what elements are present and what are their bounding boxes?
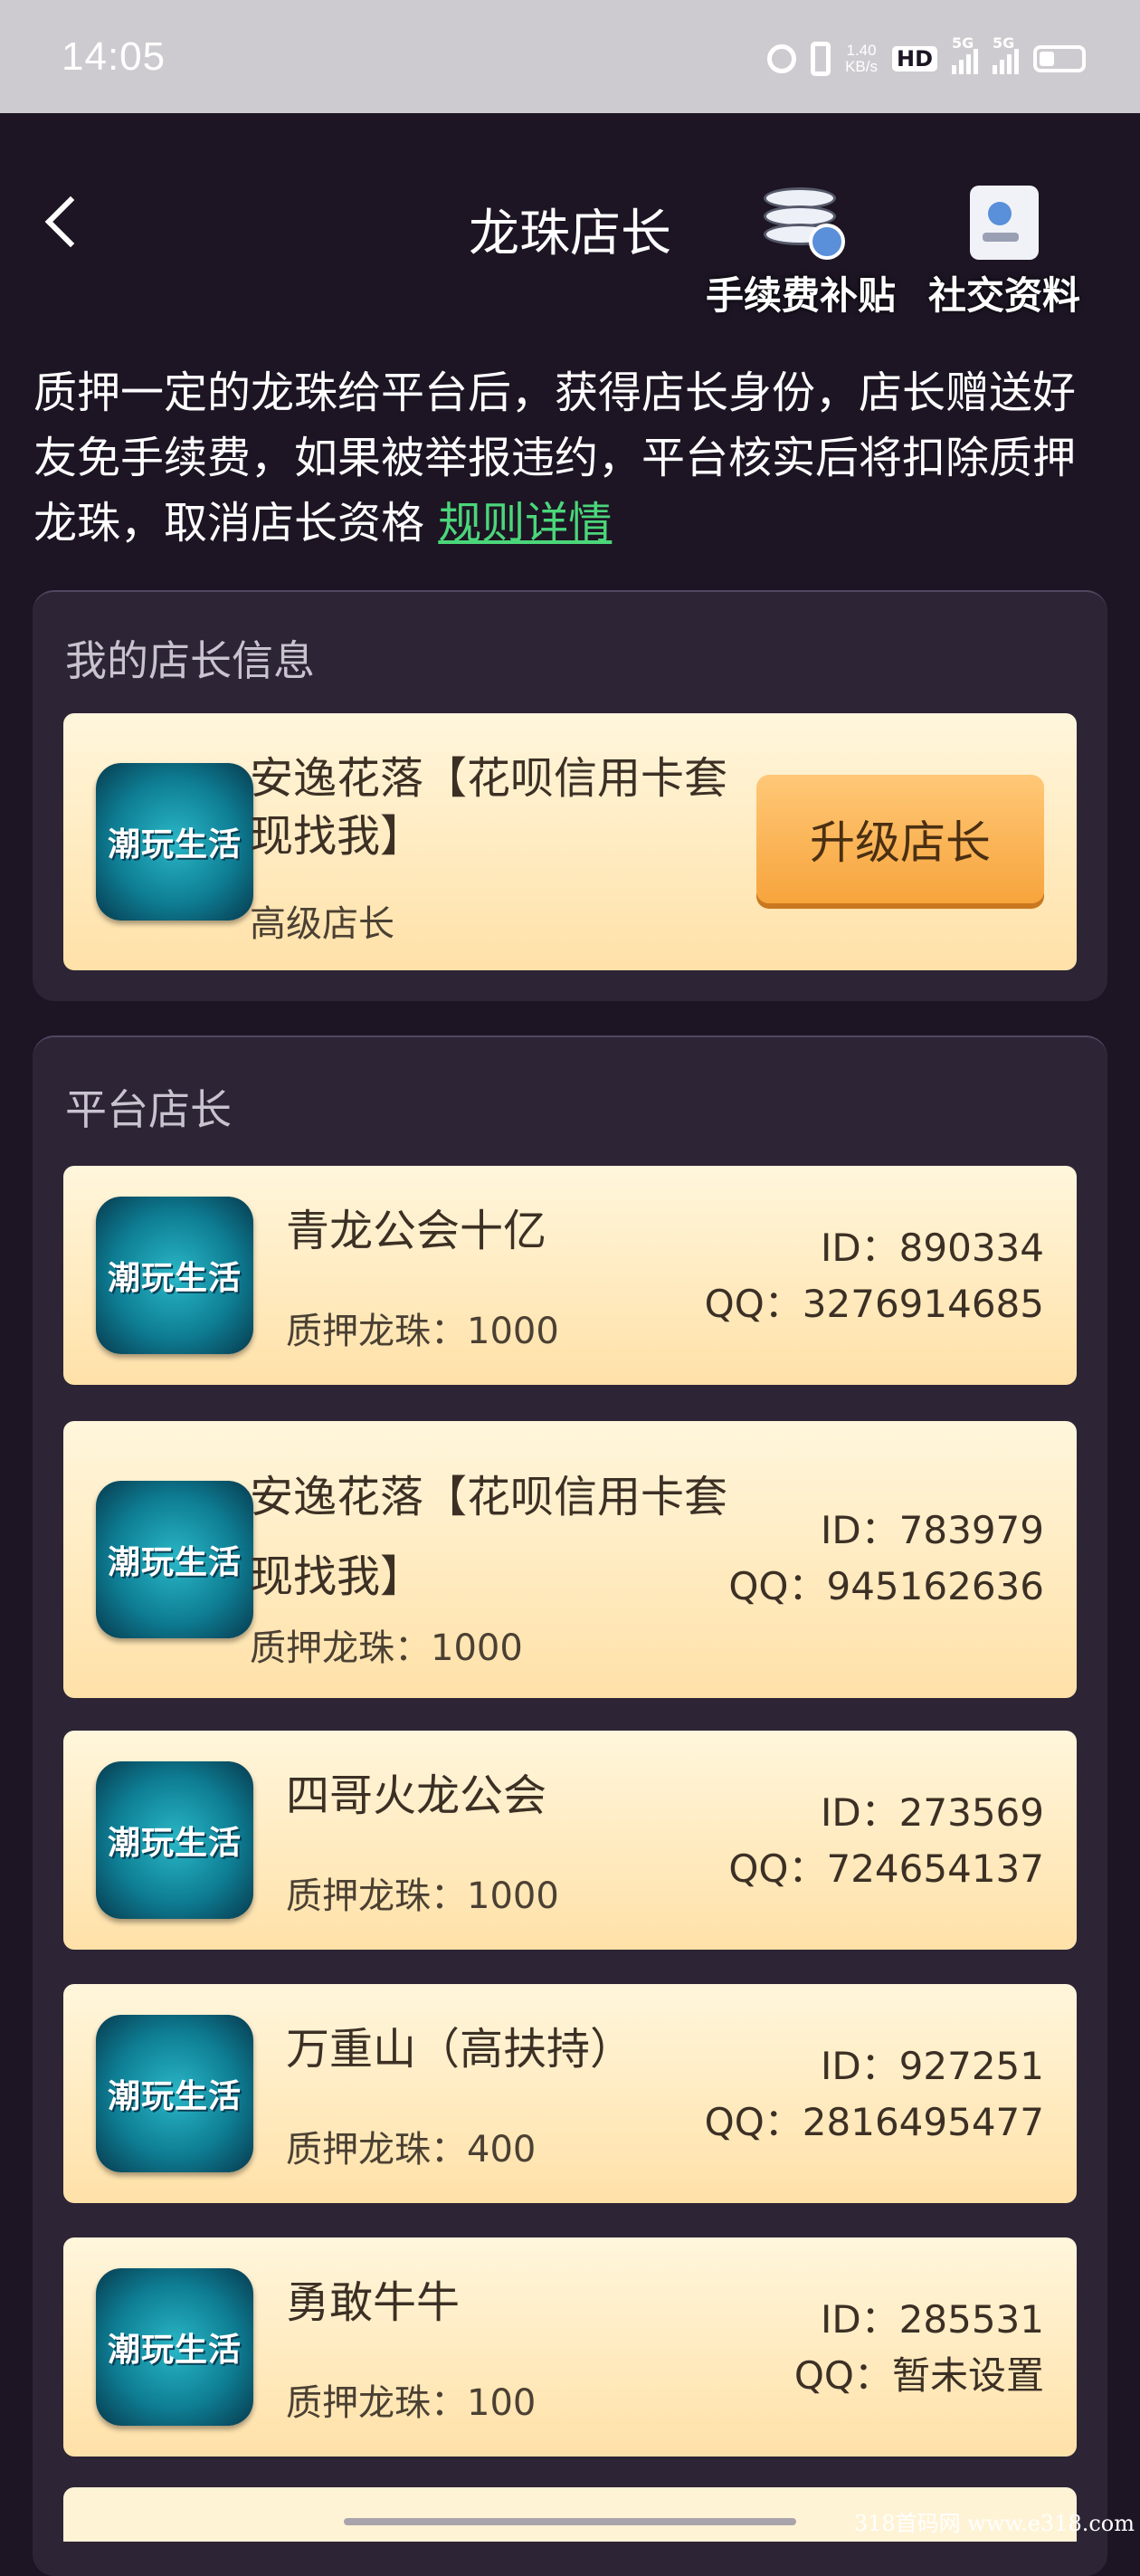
hd-badge: HD — [891, 46, 937, 72]
avatar-text: 潮玩生活 — [107, 1544, 242, 1581]
database-coin-icon — [762, 186, 845, 260]
network-speed-unit: KB/s — [845, 58, 878, 75]
my-shop-level: 高级店长 — [250, 903, 394, 945]
signal-icon-sim1: 5G — [952, 34, 978, 74]
my-info-card: 潮玩生活 安逸花落【花呗信用卡套现找我】 高级店长 升级店长 — [63, 713, 1077, 970]
owner-pledge: 质押龙珠：1000 — [286, 1875, 559, 1917]
avatar: 潮玩生活 — [96, 1481, 253, 1638]
owner-list-item[interactable]: 潮玩生活 安逸花落【花呗信用卡套现找我】 质押龙珠：1000 ID：783979… — [63, 1421, 1077, 1698]
my-shop-name: 安逸花落【花呗信用卡套现找我】 — [250, 753, 728, 862]
intro-description: 质押一定的龙珠给平台后，获得店长身份，店长赠送好友免手续费，如果被举报违约，平台… — [33, 360, 1110, 556]
owner-contact: ID：890334 QQ：3276914685 — [705, 1220, 1044, 1332]
my-info-panel: 我的店长信息 潮玩生活 安逸花落【花呗信用卡套现找我】 高级店长 升级店长 — [33, 590, 1107, 1001]
status-bar: 14:05 1.40 KB/s HD 5G 5G — [0, 0, 1140, 113]
avatar: 潮玩生活 — [96, 1761, 253, 1919]
home-indicator[interactable] — [344, 2518, 796, 2525]
owner-list-item[interactable]: 潮玩生活 万重山（高扶持） 质押龙珠：400 ID：927251 QQ：2816… — [63, 1984, 1077, 2203]
profile-document-icon — [970, 186, 1039, 260]
owner-list-item[interactable]: 潮玩生活 四哥火龙公会 质押龙珠：1000 ID：273569 QQ：72465… — [63, 1731, 1077, 1950]
owner-pledge: 质押龙珠：400 — [286, 2129, 537, 2171]
watermark: 318首码网 www.e318.com — [853, 2511, 1135, 2536]
rule-details-link[interactable]: 规则详情 — [438, 498, 612, 549]
owner-id: ID：890334 — [820, 1226, 1044, 1270]
sim1-network-label: 5G — [952, 34, 974, 52]
battery-icon — [1033, 45, 1086, 72]
owner-id: ID：783979 — [820, 1508, 1044, 1552]
social-profile-button[interactable]: 社交资料 — [928, 186, 1080, 320]
owner-id: ID：927251 — [820, 2044, 1044, 2088]
avatar-text: 潮玩生活 — [107, 1825, 242, 1862]
owner-contact: ID：783979 QQ：945162636 — [728, 1503, 1044, 1615]
owner-name: 四哥火龙公会 — [286, 1770, 547, 1821]
owner-list-item[interactable]: 潮玩生活 勇敢牛牛 质押龙珠：100 ID：285531 QQ：暂未设置 — [63, 2237, 1077, 2457]
signal-icon-sim2: 5G — [993, 34, 1019, 74]
avatar-text: 潮玩生活 — [107, 1260, 242, 1297]
vibrate-icon — [811, 42, 831, 76]
platform-owners-panel: 平台店长 潮玩生活 青龙公会十亿 质押龙珠：1000 ID：890334 QQ：… — [33, 1035, 1107, 2576]
avatar-text: 潮玩生活 — [107, 2332, 242, 2369]
owner-pledge: 质押龙珠：1000 — [286, 1311, 559, 1352]
status-icons: 1.40 KB/s HD 5G 5G — [767, 34, 1086, 81]
owner-qq: QQ：724654137 — [728, 1846, 1044, 1891]
social-profile-label: 社交资料 — [928, 273, 1081, 318]
avatar: 潮玩生活 — [96, 2015, 253, 2172]
owner-contact: ID：927251 QQ：2816495477 — [705, 2038, 1044, 2151]
upgrade-owner-button[interactable]: 升级店长 — [756, 775, 1044, 903]
avatar: 潮玩生活 — [96, 763, 253, 921]
owner-qq: QQ：945162636 — [728, 1564, 1044, 1608]
avatar: 潮玩生活 — [96, 1197, 253, 1354]
network-speed-value: 1.40 — [846, 42, 877, 59]
fee-subsidy-label: 手续费补贴 — [706, 273, 897, 318]
owner-pledge: 质押龙珠：100 — [286, 2382, 537, 2424]
owner-pledge: 质押龙珠：1000 — [250, 1627, 523, 1669]
owner-qq: QQ：暂未设置 — [793, 2353, 1044, 2398]
sim2-network-label: 5G — [993, 34, 1015, 52]
header: 龙珠店长 手续费补贴 社交资料 — [0, 113, 1140, 330]
owner-name: 万重山（高扶持） — [286, 2024, 634, 2075]
owner-contact: ID：285531 QQ：暂未设置 — [794, 2292, 1044, 2404]
owner-qq: QQ：2816495477 — [704, 2100, 1044, 2144]
owner-name: 勇敢牛牛 — [286, 2277, 461, 2328]
owner-name: 安逸花落【花呗信用卡套现找我】 — [250, 1472, 728, 1602]
network-speed: 1.40 KB/s — [845, 43, 878, 75]
alarm-icon — [767, 44, 797, 73]
avatar-text: 潮玩生活 — [107, 2078, 242, 2115]
owner-id: ID：285531 — [820, 2297, 1044, 2342]
avatar-text: 潮玩生活 — [107, 826, 242, 863]
avatar: 潮玩生活 — [96, 2268, 253, 2426]
owner-contact: ID：273569 QQ：724654137 — [728, 1785, 1044, 1897]
owner-name: 青龙公会十亿 — [286, 1206, 547, 1256]
platform-owners-title: 平台店长 — [65, 1085, 232, 1134]
owner-list-item[interactable]: 潮玩生活 青龙公会十亿 质押龙珠：1000 ID：890334 QQ：32769… — [63, 1166, 1077, 1385]
owner-id: ID：273569 — [820, 1790, 1044, 1835]
status-time: 14:05 — [62, 34, 166, 79]
owner-qq: QQ：3276914685 — [704, 1282, 1044, 1326]
fee-subsidy-button[interactable]: 手续费补贴 — [706, 186, 896, 320]
my-info-title: 我的店长信息 — [65, 636, 315, 685]
